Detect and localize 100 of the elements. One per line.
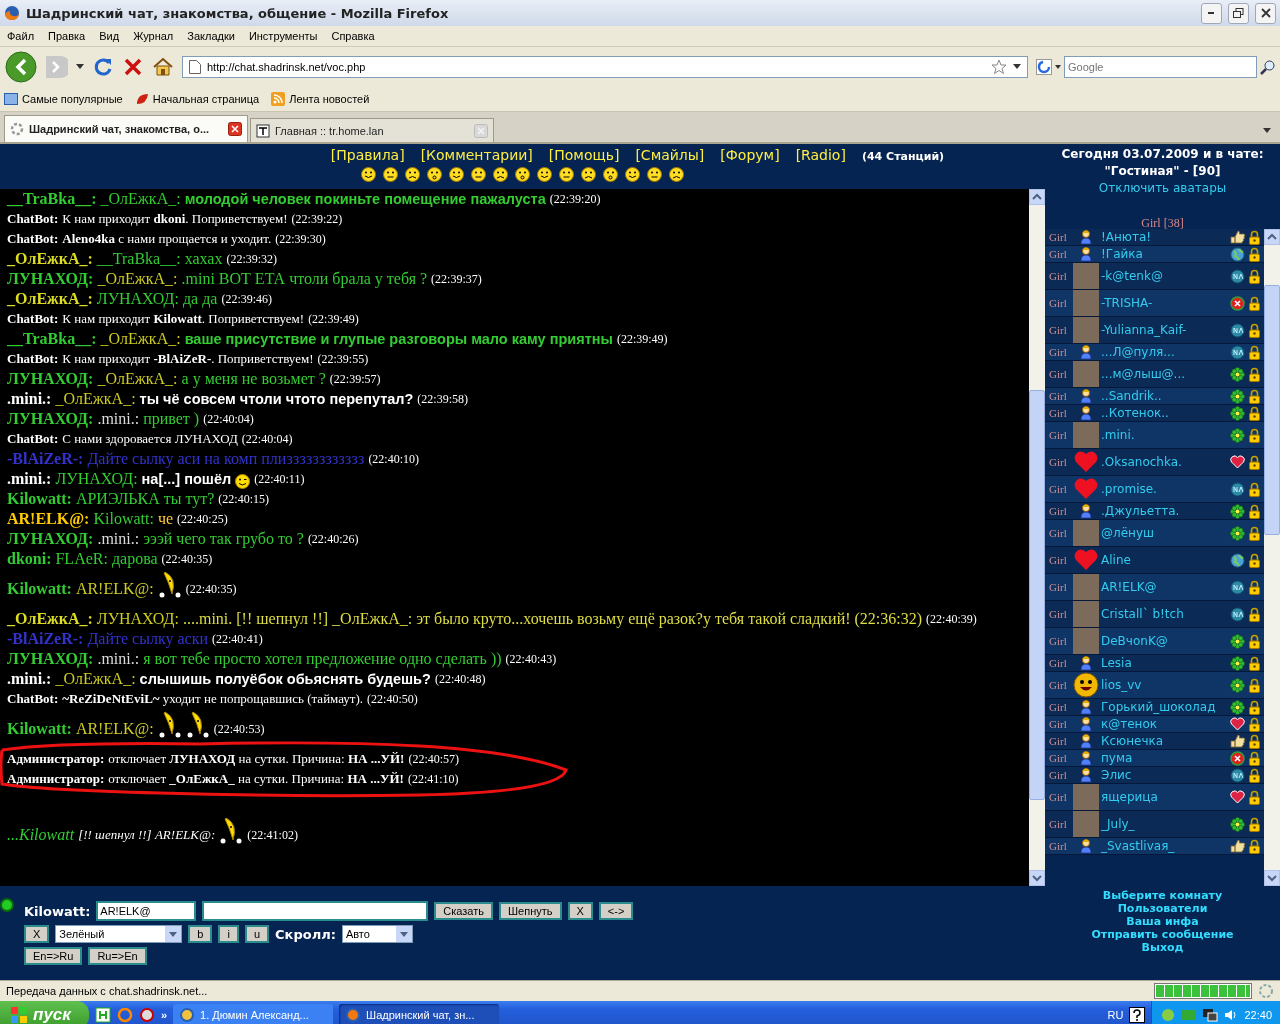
- bookmark-link[interactable]: Лента новостей: [271, 92, 370, 106]
- author-name[interactable]: ЛУНАХОД:: [7, 529, 94, 549]
- recipient-field[interactable]: AR!ELK@: [96, 901, 197, 921]
- user-name[interactable]: -Yulianna_Kaif-: [1101, 323, 1230, 337]
- recipient-name[interactable]: .mini.:: [97, 649, 140, 669]
- recipient-name[interactable]: .mini.:: [97, 529, 140, 549]
- smiley-icon[interactable]: [471, 167, 486, 182]
- user-name[interactable]: ...м@лыш@...: [1101, 367, 1230, 381]
- user-name[interactable]: ..Котенок..: [1101, 406, 1230, 420]
- browser-tab[interactable]: Главная :: tr.home.lan: [250, 118, 494, 142]
- user-name[interactable]: _Svastlivaя_: [1101, 839, 1230, 853]
- nav-link[interactable]: [Смайлы]: [635, 147, 705, 163]
- author-name[interactable]: AR!ELK@:: [7, 509, 90, 529]
- user-name[interactable]: ..Sandrik..: [1101, 389, 1230, 403]
- color-dropdown[interactable]: Зелёный: [55, 925, 183, 943]
- author-name[interactable]: _ОлЕжкА_:: [7, 249, 93, 269]
- smiley-icon[interactable]: [361, 167, 376, 182]
- user-name[interactable]: к@тенок: [1101, 717, 1230, 731]
- recipient-name[interactable]: _ОлЕжкА_:: [55, 669, 136, 689]
- author-name[interactable]: Kilowatt:: [7, 579, 72, 599]
- recipient-name[interactable]: _ОлЕжкА_:: [97, 369, 178, 389]
- user-name[interactable]: -TRISHA-: [1101, 296, 1230, 310]
- user-name[interactable]: пума: [1101, 751, 1230, 765]
- smiley-icon[interactable]: [647, 167, 662, 182]
- user-name[interactable]: .Oksanochka.: [1101, 455, 1230, 469]
- menu-item[interactable]: Вид: [99, 30, 120, 42]
- user-name[interactable]: Lesia: [1101, 656, 1230, 670]
- network-icon[interactable]: [1202, 1007, 1219, 1023]
- reload-button[interactable]: [92, 56, 114, 78]
- user-name[interactable]: ящерица: [1101, 790, 1230, 804]
- address-field[interactable]: http://chat.shadrinsk.net/voc.php: [182, 56, 1028, 78]
- menu-item[interactable]: Справка: [331, 30, 375, 42]
- room-menu-link[interactable]: Отправить сообщение: [1091, 928, 1234, 941]
- user-name[interactable]: Aline: [1101, 553, 1230, 567]
- translit-button[interactable]: En=>Ru: [24, 947, 83, 965]
- help-icon[interactable]: [1129, 1007, 1146, 1023]
- chat-button[interactable]: Сказать: [434, 902, 493, 920]
- user-name[interactable]: Элис: [1101, 768, 1230, 782]
- user-name[interactable]: !Анюта!: [1101, 230, 1230, 244]
- scroll-up-button[interactable]: [1264, 229, 1280, 245]
- author-name[interactable]: .mini.:: [7, 669, 52, 689]
- smiley-icon[interactable]: [559, 167, 574, 182]
- caret-icon[interactable]: [76, 64, 84, 70]
- menu-item[interactable]: Файл: [7, 30, 35, 42]
- scrollbar-thumb[interactable]: [1264, 285, 1280, 535]
- user-name[interactable]: ...Л@пуля...: [1101, 345, 1230, 359]
- translit-button[interactable]: Ru=>En: [88, 947, 147, 965]
- home-button[interactable]: [152, 56, 174, 78]
- recipient-name[interactable]: _ОлЕжкА_:: [100, 189, 181, 209]
- bookmark-link[interactable]: Самые популярные: [4, 92, 123, 106]
- author-name[interactable]: .mini.:: [7, 389, 52, 409]
- user-name[interactable]: !Гайка: [1101, 247, 1230, 261]
- recipient-name[interactable]: AR!ELK@:: [75, 719, 154, 739]
- author-name[interactable]: dkoni:: [7, 549, 52, 569]
- author-name[interactable]: _ОлЕжкА_:: [7, 609, 93, 629]
- smiley-icon[interactable]: [581, 167, 596, 182]
- format-button[interactable]: b: [188, 925, 213, 943]
- user-name[interactable]: .Джульетта.: [1101, 504, 1230, 518]
- search-icon[interactable]: [1260, 59, 1276, 75]
- smiley-icon[interactable]: [493, 167, 508, 182]
- user-name[interactable]: Cristall` b!tch: [1101, 607, 1230, 621]
- author-name[interactable]: _ОлЕжкА_:: [7, 289, 93, 309]
- recipient-name[interactable]: ЛУНАХОД:: [96, 289, 179, 309]
- user-name[interactable]: -k@tenk@: [1101, 269, 1230, 283]
- smiley-icon[interactable]: [427, 167, 442, 182]
- author-name[interactable]: ЛУНАХОД:: [7, 409, 94, 429]
- chat-button[interactable]: <->: [598, 902, 634, 920]
- smiley-icon[interactable]: [383, 167, 398, 182]
- toggle-avatars-link[interactable]: Отключить аватары: [1098, 181, 1227, 195]
- author-name[interactable]: __TraBka__:: [7, 329, 97, 349]
- minimize-button[interactable]: [1201, 2, 1222, 24]
- caret-icon[interactable]: [1055, 64, 1061, 70]
- author-name[interactable]: ЛУНАХОД:: [7, 269, 94, 289]
- user-name[interactable]: lios_vv: [1101, 678, 1230, 692]
- format-button[interactable]: i: [218, 925, 239, 943]
- smiley-icon[interactable]: [537, 167, 552, 182]
- caret-icon[interactable]: [1013, 64, 1021, 70]
- app-icon[interactable]: [94, 1007, 111, 1023]
- taskbar-button[interactable]: 1. Дюмин Александ...: [173, 1004, 334, 1024]
- menu-item[interactable]: Правка: [48, 30, 86, 42]
- app-icon[interactable]: [138, 1007, 155, 1023]
- user-name[interactable]: _July_: [1101, 817, 1230, 831]
- recipient-name[interactable]: _ОлЕжкА_:: [55, 389, 136, 409]
- more-button[interactable]: »: [160, 1009, 168, 1021]
- menu-item[interactable]: Журнал: [133, 30, 174, 42]
- maximize-button[interactable]: [1228, 2, 1249, 24]
- menu-item[interactable]: Закладки: [187, 30, 235, 42]
- room-menu-link[interactable]: Выход: [1141, 941, 1184, 954]
- chat-button[interactable]: X: [567, 902, 593, 920]
- nav-link[interactable]: [Правила]: [330, 147, 405, 163]
- stop-button[interactable]: [122, 56, 144, 78]
- taskbar-button[interactable]: Шадринский чат, зн...: [339, 1004, 500, 1024]
- search-engine-icon[interactable]: [1036, 59, 1052, 75]
- recipient-name[interactable]: _ОлЕжкА_:: [100, 329, 181, 349]
- nav-link[interactable]: [Комментарии]: [420, 147, 533, 163]
- user-name[interactable]: .promise.: [1101, 482, 1230, 496]
- author-name[interactable]: .mini.:: [7, 469, 52, 489]
- recipient-name[interactable]: Kilowatt:: [93, 509, 154, 529]
- user-name[interactable]: AR!ELK@: [1101, 580, 1230, 594]
- chat-button[interactable]: Шепнуть: [499, 902, 562, 920]
